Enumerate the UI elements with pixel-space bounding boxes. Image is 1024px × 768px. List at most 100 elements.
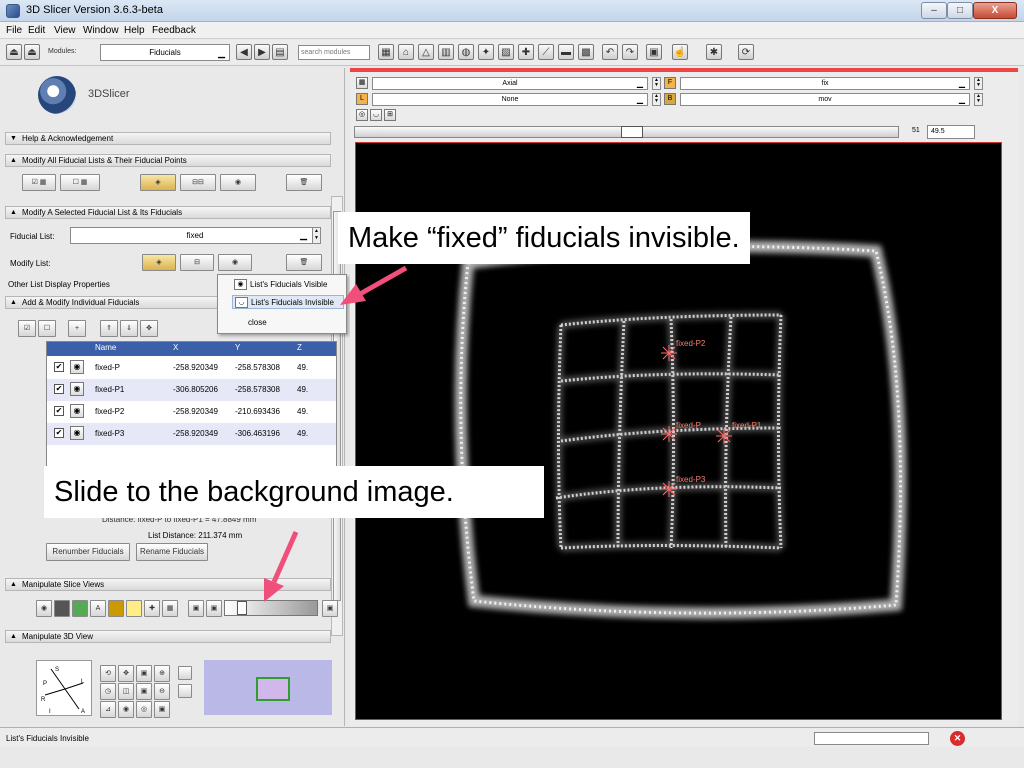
- column-name[interactable]: Name: [95, 343, 116, 352]
- 3d-view-thumbnail[interactable]: [204, 660, 332, 715]
- projection-checkbox[interactable]: [178, 666, 192, 680]
- row-visibility-icon[interactable]: ◉: [70, 360, 84, 374]
- deselect-all-icon[interactable]: ☐ ▦: [60, 174, 100, 191]
- maximize-button[interactable]: □: [947, 2, 973, 19]
- background-select[interactable]: mov ▁: [680, 93, 970, 106]
- transforms-icon[interactable]: ✚: [518, 44, 534, 60]
- orientation-select[interactable]: Axial ▁: [372, 77, 648, 90]
- spin-icon[interactable]: ◷: [100, 683, 116, 700]
- cell-z[interactable]: 49.: [297, 363, 308, 372]
- view-link-icon[interactable]: ◎: [356, 109, 368, 121]
- background-layer-icon[interactable]: B: [664, 93, 676, 105]
- slice-layer-icon[interactable]: ▣: [206, 600, 222, 617]
- row-visibility-icon[interactable]: ◉: [70, 404, 84, 418]
- menu-item-fiducials-visible[interactable]: ◉ List's Fiducials Visible: [232, 278, 344, 292]
- record-icon[interactable]: ▣: [136, 683, 152, 700]
- row-checkbox[interactable]: ✔: [54, 406, 64, 416]
- view-fit-icon[interactable]: ⊞: [384, 109, 396, 121]
- table-row[interactable]: ✔ ◉ fixed-P2 -258.920349 -210.693436 49.: [47, 401, 336, 423]
- minimize-button[interactable]: –: [921, 2, 947, 19]
- module-icon-1[interactable]: ▦: [378, 44, 394, 60]
- models-icon[interactable]: ◍: [458, 44, 474, 60]
- rename-fiducials-button[interactable]: Rename Fiducials: [136, 543, 208, 561]
- column-z[interactable]: Z: [297, 343, 302, 352]
- slice-reset-icon[interactable]: ▣: [322, 600, 338, 617]
- section-3d-view[interactable]: ▲ Manipulate 3D View: [5, 630, 331, 643]
- home-icon[interactable]: ⌂: [398, 44, 414, 60]
- cell-name[interactable]: fixed-P3: [95, 429, 124, 438]
- row-checkbox[interactable]: ✔: [54, 384, 64, 394]
- table-row[interactable]: ✔ ◉ fixed-P -258.920349 -258.578308 49.: [47, 357, 336, 379]
- list-color-icon[interactable]: ◈: [142, 254, 176, 271]
- row-visibility-icon[interactable]: ◉: [70, 382, 84, 396]
- fiducials-icon[interactable]: ✦: [478, 44, 494, 60]
- undo-icon[interactable]: ↶: [602, 44, 618, 60]
- stop-icon[interactable]: ✕: [950, 731, 965, 746]
- slice-fit-icon[interactable]: ▣: [188, 600, 204, 617]
- editor-icon[interactable]: ▨: [498, 44, 514, 60]
- menu-item-close[interactable]: close: [230, 316, 342, 330]
- stereo-icon[interactable]: ◎: [136, 701, 152, 718]
- mouse-mode-icon[interactable]: ☝: [672, 44, 688, 60]
- other-list-display-properties[interactable]: Other List Display Properties: [8, 280, 110, 289]
- foreground-spinner[interactable]: ▲ ▼: [974, 77, 983, 90]
- slice-yellow-icon[interactable]: [126, 600, 142, 617]
- menu-item-fiducials-invisible[interactable]: ◡ List's Fiducials Invisible: [232, 295, 344, 309]
- zoom-in-icon[interactable]: ⊕: [154, 665, 170, 682]
- delete-list-icon[interactable]: 🗑: [286, 254, 322, 271]
- cell-x[interactable]: -258.920349: [173, 429, 218, 438]
- volumes-icon[interactable]: ▥: [438, 44, 454, 60]
- add-fiducial-icon[interactable]: +: [68, 320, 86, 337]
- slice-eye-icon[interactable]: ◉: [36, 600, 52, 617]
- row-checkbox[interactable]: ✔: [54, 362, 64, 372]
- cell-name[interactable]: fixed-P1: [95, 385, 124, 394]
- fiducial-list-select[interactable]: fixed ▁: [70, 227, 320, 244]
- camera-icon[interactable]: ▣: [154, 701, 170, 718]
- move-down-icon[interactable]: ⇓: [120, 320, 138, 337]
- search-modules-input[interactable]: search modules: [298, 45, 370, 60]
- section-modify-selected[interactable]: ▲ Modify A Selected Fiducial List & Its …: [5, 206, 331, 219]
- deselect-all-fiducials-icon[interactable]: ☐: [38, 320, 56, 337]
- refresh-icon[interactable]: ⟳: [738, 44, 754, 60]
- orientation-widget[interactable]: S P R L I A: [36, 660, 92, 716]
- rotate-icon[interactable]: ⟲: [100, 665, 116, 682]
- menu-view[interactable]: View: [54, 25, 76, 36]
- section-help[interactable]: ▼ Help & Acknowledgement: [5, 132, 331, 145]
- menu-edit[interactable]: Edit: [28, 25, 45, 36]
- snapshot-icon[interactable]: ▣: [136, 665, 152, 682]
- lock-list-icon[interactable]: ⊟: [180, 254, 214, 271]
- measure-icon[interactable]: ⟋: [538, 44, 554, 60]
- cell-z[interactable]: 49.: [297, 407, 308, 416]
- table-row[interactable]: ✔ ◉ fixed-P3 -258.920349 -306.463196 49.: [47, 423, 336, 445]
- menu-window[interactable]: Window: [83, 25, 119, 36]
- slice-slider-knob[interactable]: [621, 126, 643, 138]
- column-x[interactable]: X: [173, 343, 178, 352]
- cell-x[interactable]: -258.920349: [173, 407, 218, 416]
- table-row[interactable]: ✔ ◉ fixed-P1 -306.805206 -258.578308 49.: [47, 379, 336, 401]
- view-eye-icon[interactable]: ◡: [370, 109, 382, 121]
- layout-icon[interactable]: ▣: [646, 44, 662, 60]
- close-window-button[interactable]: X: [973, 2, 1017, 19]
- delete-all-icon[interactable]: 🗑: [286, 174, 322, 191]
- slice-slider[interactable]: [354, 126, 899, 138]
- redo-icon[interactable]: ↷: [622, 44, 638, 60]
- select-all-fiducials-icon[interactable]: ☑: [18, 320, 36, 337]
- list-spinner[interactable]: ▲ ▼: [312, 227, 321, 244]
- cell-y[interactable]: -306.463196: [235, 429, 280, 438]
- next-module-icon[interactable]: ▶: [254, 44, 270, 60]
- slice-fg-icon[interactable]: [54, 600, 70, 617]
- cell-y[interactable]: -210.693436: [235, 407, 280, 416]
- select-all-icon[interactable]: ☑ ▦: [22, 174, 56, 191]
- list-visibility-icon[interactable]: ◉: [218, 254, 252, 271]
- orientation-spinner[interactable]: ▲ ▼: [652, 77, 661, 90]
- cell-x[interactable]: -306.805206: [173, 385, 218, 394]
- eye-all-icon[interactable]: ◉: [220, 174, 256, 191]
- menu-feedback[interactable]: Feedback: [152, 25, 196, 36]
- menu-help[interactable]: Help: [124, 25, 145, 36]
- renumber-fiducials-button[interactable]: Renumber Fiducials: [46, 543, 130, 561]
- slice-green-icon[interactable]: [72, 600, 88, 617]
- column-y[interactable]: Y: [235, 343, 240, 352]
- section-modify-all[interactable]: ▲ Modify All Fiducial Lists & Their Fidu…: [5, 154, 331, 167]
- foreground-select[interactable]: fix ▁: [680, 77, 970, 90]
- menu-file[interactable]: File: [6, 25, 22, 36]
